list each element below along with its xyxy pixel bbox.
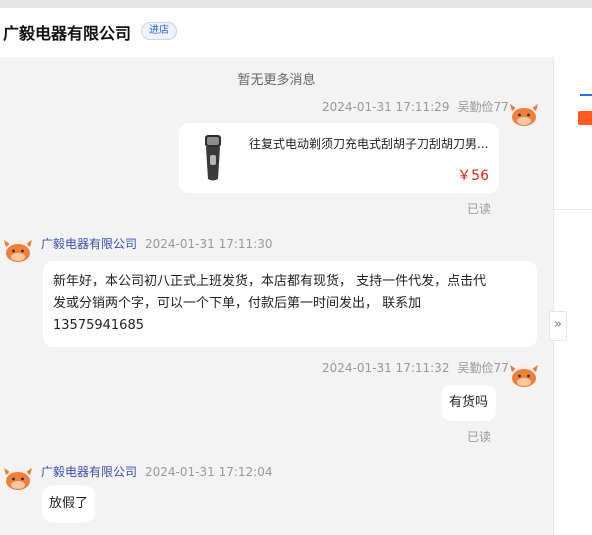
message-time: 2024-01-31 17:11:29 <box>322 100 450 114</box>
message-sender: 吴勤俭77 <box>457 100 509 114</box>
message-sender[interactable]: 广毅电器有限公司 <box>41 237 137 251</box>
expand-panel-button[interactable]: » <box>549 311 567 341</box>
user-avatar-icon[interactable] <box>509 98 539 128</box>
double-chevron-right-icon: » <box>554 317 562 332</box>
shop-name[interactable]: 广毅电器有限公司 <box>3 20 131 44</box>
panel-divider <box>554 209 592 210</box>
message-meta: 广毅电器有限公司 2024-01-31 17:11:30 <box>41 235 272 252</box>
message-time: 2024-01-31 17:12:04 <box>145 465 273 479</box>
message-time: 2024-01-31 17:11:32 <box>322 361 450 375</box>
no-more-messages: 暂无更多消息 <box>237 73 316 88</box>
message-meta: 2024-01-31 17:11:29 吴勤俭77 <box>322 98 509 115</box>
product-card[interactable]: 往复式电动剃须刀充电式刮胡子刀刮胡刀男... ￥56 <box>179 123 499 193</box>
message-bubble[interactable]: 放假了 <box>42 486 96 522</box>
message-bubble[interactable]: 有货吗 <box>441 385 497 421</box>
user-avatar-icon[interactable] <box>509 359 539 389</box>
right-side-panel <box>553 57 592 535</box>
top-strip <box>0 0 592 8</box>
message-meta: 广毅电器有限公司 2024-01-31 17:12:04 <box>41 463 272 480</box>
message-text-line: 新年好，本公司初八正式上班发货，本店都有现货， 支持一件代发，点击代 <box>53 274 487 289</box>
product-title: 往复式电动剃须刀充电式刮胡子刀刮胡刀男... <box>249 137 489 151</box>
message-sender[interactable]: 广毅电器有限公司 <box>41 465 137 479</box>
seller-avatar-icon[interactable] <box>3 462 33 492</box>
message-meta: 2024-01-31 17:11:32 吴勤俭77 <box>322 359 509 376</box>
message-time: 2024-01-31 17:11:30 <box>145 237 273 251</box>
message-text-line: 发或分销两个字，可以一个下单，付款后第一时间发出， 联系加 <box>53 296 422 311</box>
message-list[interactable]: 暂无更多消息 2024-01-31 17:11:29 吴勤俭77 往复式电动剃须刀… <box>0 57 553 535</box>
panel-tab-indicator <box>580 94 592 96</box>
product-thumbnail-icon <box>205 135 221 181</box>
read-status: 已读 <box>467 430 492 444</box>
message-text-line: 13575941685 <box>53 318 144 333</box>
read-status: 已读 <box>467 202 492 216</box>
seller-avatar-icon[interactable] <box>3 234 33 264</box>
message-sender: 吴勤俭77 <box>457 361 509 375</box>
shop-badge-icon <box>578 111 592 125</box>
product-price: ￥56 <box>457 168 489 184</box>
enter-shop-button[interactable]: 进店 <box>141 22 177 40</box>
chat-header: 广毅电器有限公司 进店 <box>0 8 592 58</box>
message-bubble[interactable]: 新年好，本公司初八正式上班发货，本店都有现货， 支持一件代发，点击代 发或分销两… <box>43 261 537 347</box>
